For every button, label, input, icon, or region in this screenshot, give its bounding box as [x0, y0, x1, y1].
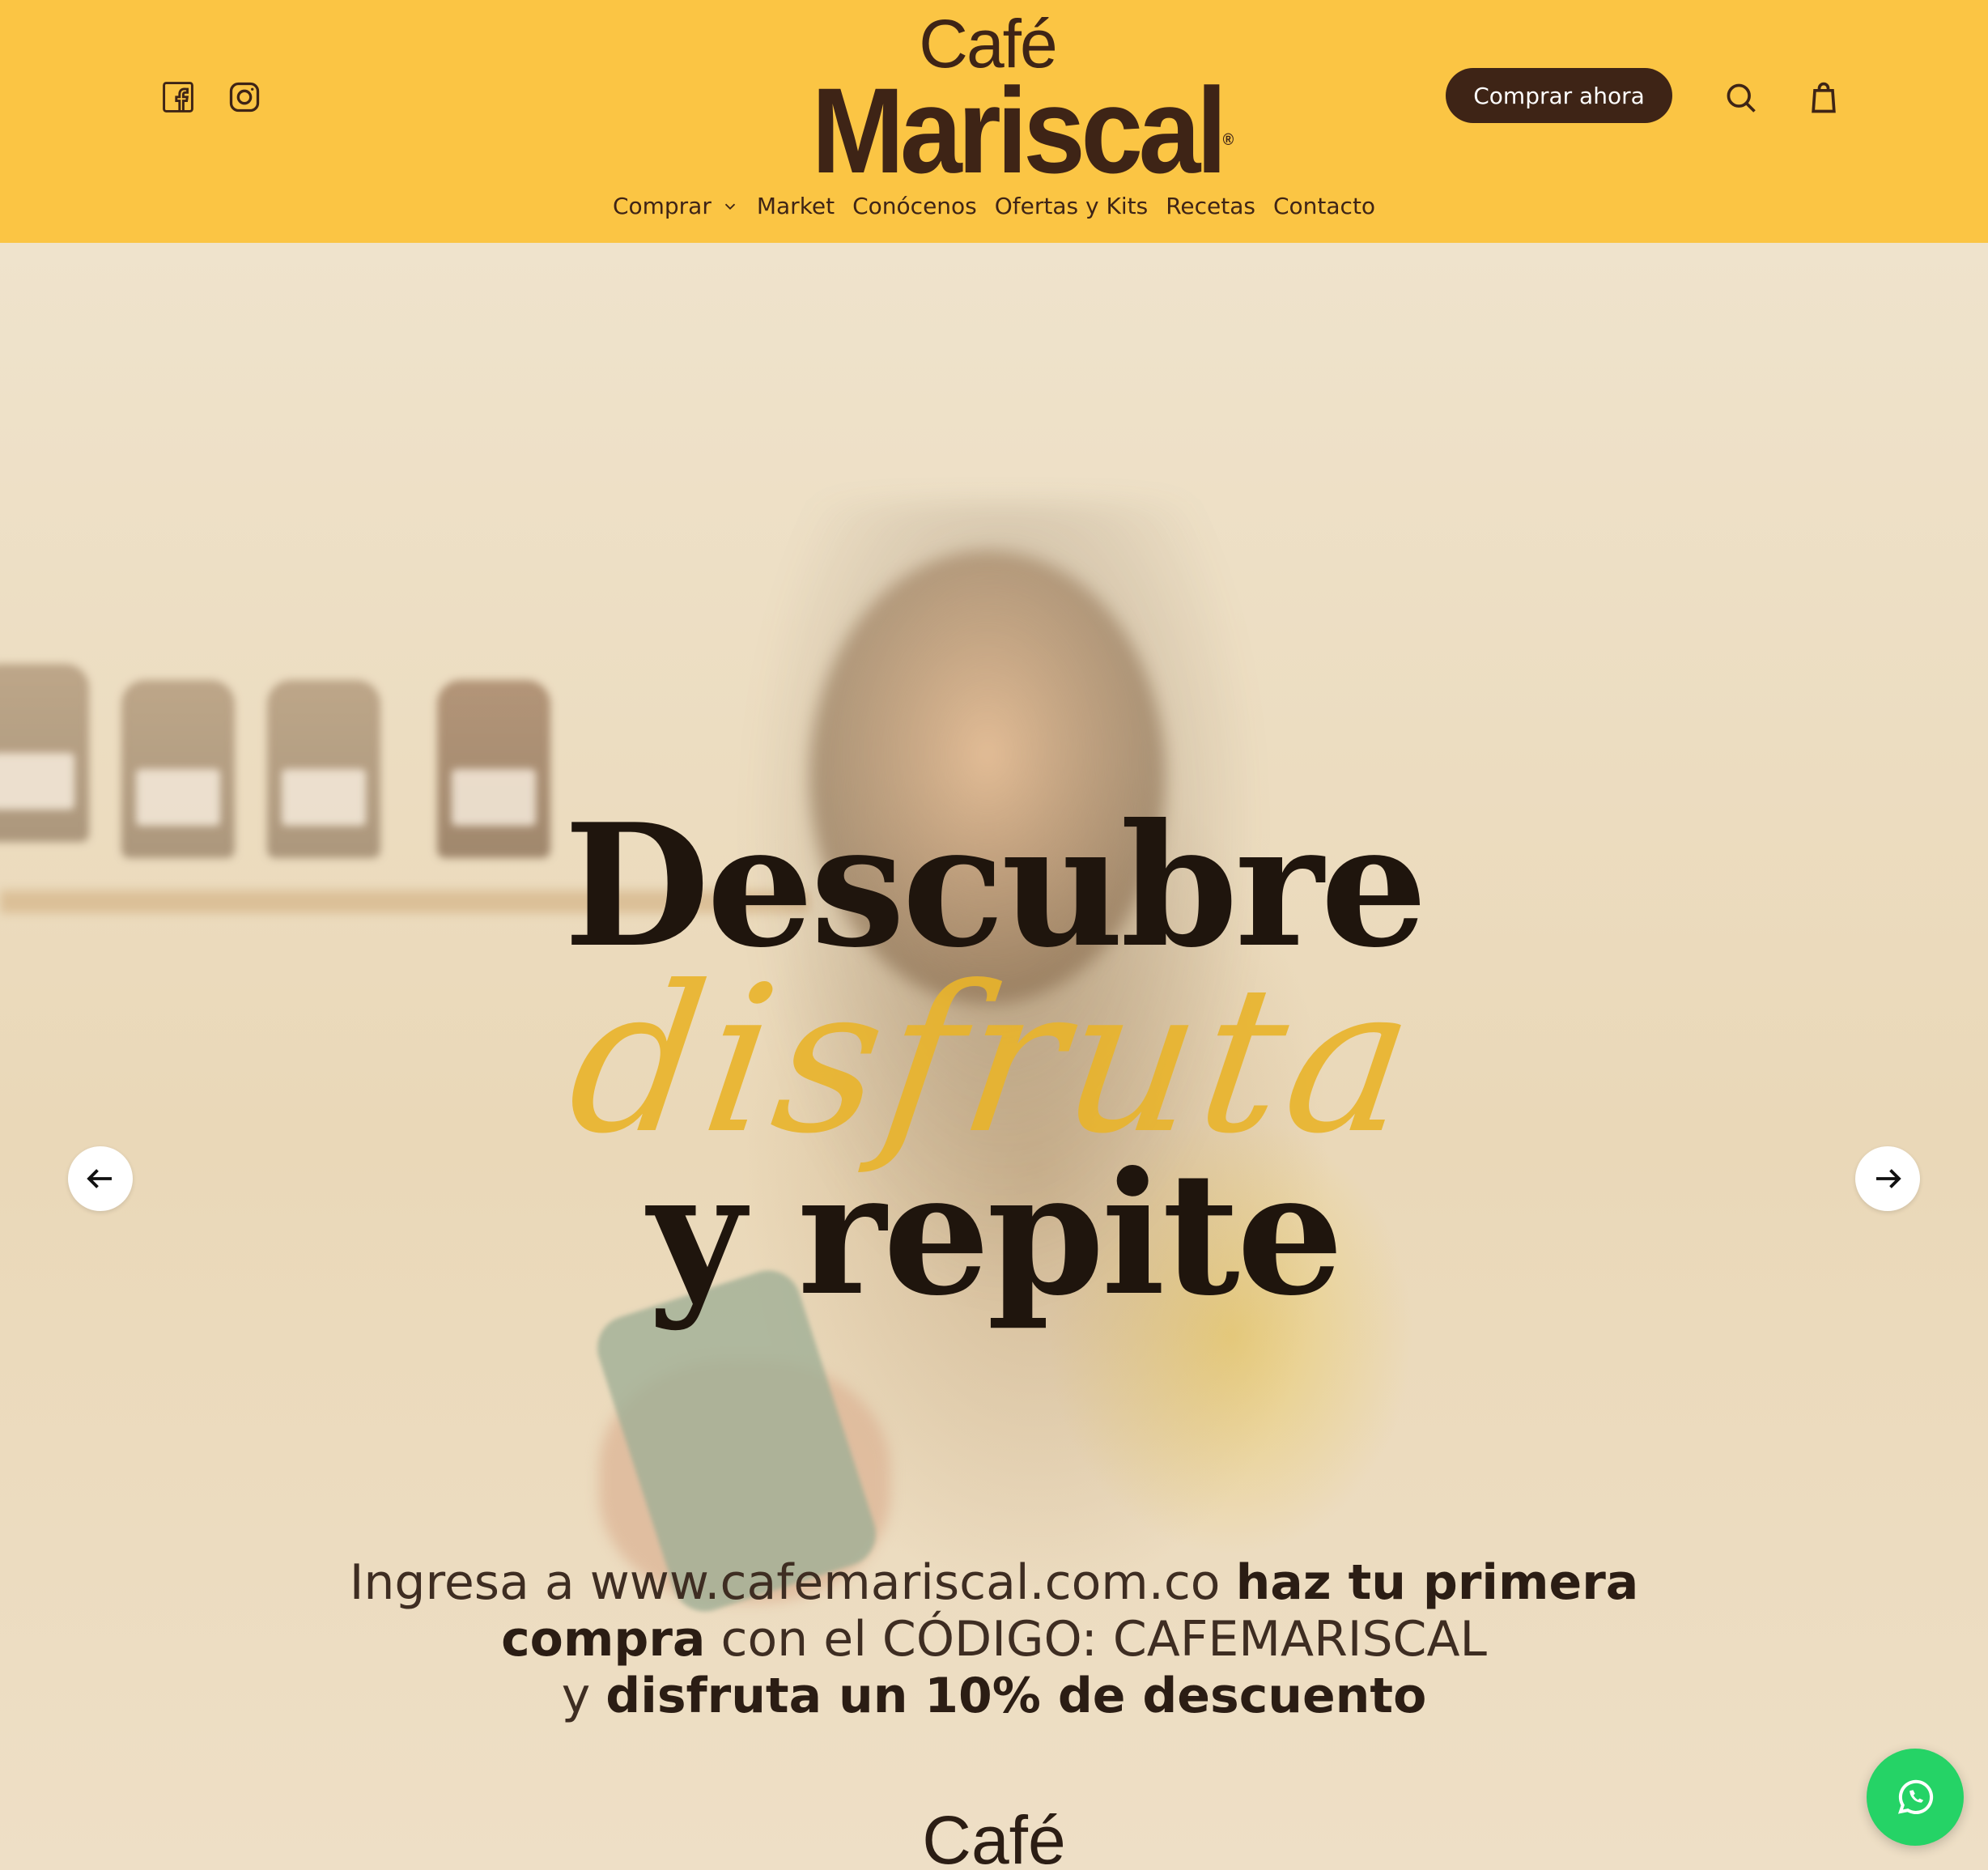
nav-item-recetas[interactable]: Recetas — [1166, 193, 1255, 219]
instagram-icon[interactable] — [225, 78, 264, 117]
headline-script-disfruta: disfruta — [557, 942, 1431, 1178]
nav-label: Comprar — [612, 193, 712, 219]
headline-repite: y repite — [647, 1136, 1344, 1333]
nav-item-market[interactable]: Market — [757, 193, 835, 219]
arrow-left-icon — [87, 1169, 112, 1188]
nav-item-ofertas[interactable]: Ofertas y Kits — [995, 193, 1148, 219]
nav-item-contacto[interactable]: Contacto — [1273, 193, 1375, 219]
nav-item-comprar[interactable]: Comprar — [613, 193, 739, 219]
promo-text: Ingresa a www.cafemariscal.com.co haz tu… — [349, 1554, 1639, 1724]
whatsapp-button[interactable] — [1867, 1749, 1964, 1846]
main-nav: Comprar Market Conócenos Ofertas y Kits … — [0, 193, 1988, 219]
search-icon[interactable] — [1723, 79, 1760, 117]
logo-mariscal-text: Mariscal® — [811, 62, 1234, 198]
nav-item-conocenos[interactable]: Conócenos — [852, 193, 977, 219]
arrow-right-icon — [1876, 1169, 1901, 1188]
chevron-down-icon — [724, 203, 736, 210]
hero-logo-partial: Café — [922, 1802, 1066, 1870]
whatsapp-icon — [1897, 1779, 1934, 1815]
facebook-icon[interactable] — [159, 78, 198, 117]
site-header: Café Mariscal® Comprar Market Conócenos … — [0, 0, 1988, 243]
hero-slider: Descubre disfruta y repite Ingresa a www… — [0, 243, 1988, 1870]
shopping-bag-icon[interactable] — [1805, 79, 1842, 117]
brand-logo[interactable]: Café Mariscal® — [793, 10, 1234, 191]
slider-prev-button[interactable] — [68, 1146, 133, 1211]
slider-next-button[interactable] — [1855, 1146, 1920, 1211]
comprar-ahora-button[interactable]: Comprar ahora — [1446, 68, 1672, 123]
